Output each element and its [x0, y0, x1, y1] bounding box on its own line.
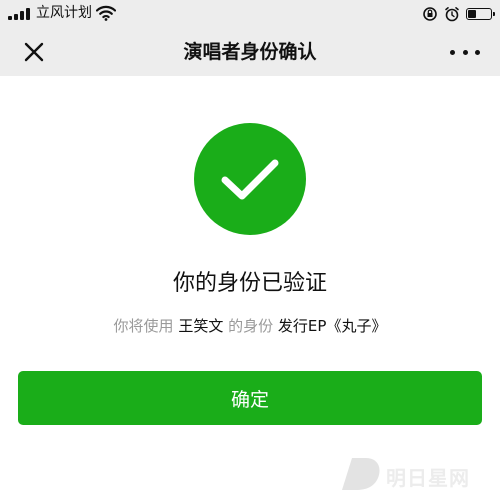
orientation-lock-icon: [423, 7, 437, 21]
wifi-icon: [96, 5, 116, 21]
more-icon[interactable]: [450, 42, 480, 62]
confirm-button[interactable]: 确定: [18, 371, 482, 425]
description-prefix: 你将使用: [113, 317, 174, 335]
description-action: 发行EP《丸子》: [277, 317, 387, 335]
signal-icon: [8, 8, 30, 20]
status-right-icons: [422, 5, 495, 23]
description-name: 王笑文: [178, 317, 224, 335]
watermark-logo: 明日星网: [338, 454, 478, 494]
nav-bar: 演唱者身份确认: [0, 28, 500, 76]
verified-title: 你的身份已验证: [172, 271, 327, 296]
close-icon[interactable]: [22, 40, 46, 64]
status-bar: 立风计划: [0, 0, 500, 28]
alarm-icon: [445, 7, 459, 22]
verified-description: 你将使用 王笑文 的身份 发行EP《丸子》: [0, 314, 500, 338]
battery-icon: [466, 8, 495, 20]
description-middle: 的身份: [228, 317, 274, 335]
check-circle-icon: [194, 123, 306, 235]
battery-level: [468, 10, 476, 18]
carrier-name: 立风计划: [36, 5, 92, 21]
page-title: 演唱者身份确认: [183, 41, 317, 63]
watermark-text: 明日星网: [386, 466, 470, 490]
